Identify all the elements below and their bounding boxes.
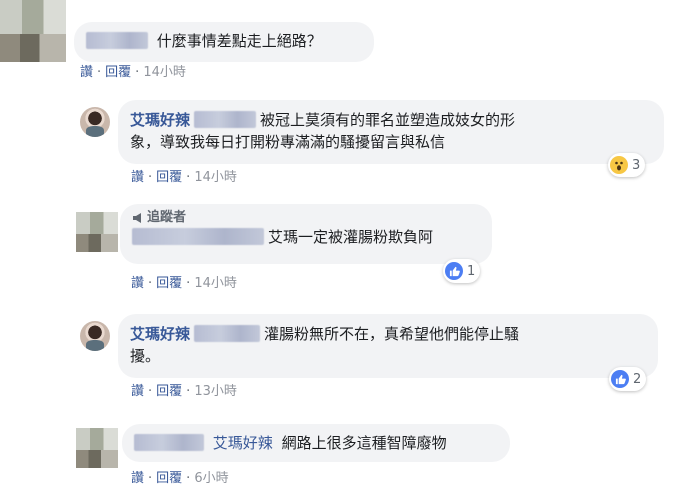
comment-bubble: 追蹤者 艾瑪一定被灌腸粉欺負阿 bbox=[120, 204, 492, 264]
like-icon bbox=[445, 262, 463, 280]
like-link[interactable]: 讚 bbox=[131, 276, 144, 291]
badge-label: 追蹤者 bbox=[147, 210, 187, 225]
like-link[interactable]: 讚 bbox=[131, 384, 144, 399]
reply-link[interactable]: 回覆 bbox=[156, 384, 182, 399]
timestamp[interactable]: 14小時 bbox=[143, 65, 186, 80]
timestamp[interactable]: 6小時 bbox=[194, 471, 228, 486]
comment-actions: 讚 · 回覆 · 14小時 bbox=[80, 65, 186, 80]
comment-text-line2: 擾。 bbox=[130, 347, 161, 365]
reaction-count: 3 bbox=[632, 157, 641, 173]
comment-bubble: 什麼事情差點走上絕路？ bbox=[74, 22, 374, 62]
comment-actions: 讚 · 回覆 · 6小時 bbox=[131, 471, 229, 486]
redacted-name[interactable] bbox=[134, 434, 204, 451]
timestamp[interactable]: 14小時 bbox=[194, 276, 237, 291]
comment-text: 網路上很多這種智障廢物 bbox=[281, 434, 447, 452]
commenter-avatar[interactable] bbox=[76, 428, 118, 468]
follower-badge: 追蹤者 bbox=[132, 210, 480, 226]
redacted-name[interactable] bbox=[86, 32, 148, 49]
reply-link[interactable]: 回覆 bbox=[105, 65, 131, 80]
reaction-count: 1 bbox=[467, 263, 476, 279]
like-link[interactable]: 讚 bbox=[131, 471, 144, 486]
comment-actions: 讚 · 回覆 · 14小時 bbox=[131, 170, 237, 185]
comment-actions: 讚 · 回覆 · 14小時 bbox=[131, 276, 237, 291]
comment-bubble: 艾瑪好辣 被冠上莫須有的罪名並塑造成妓女的形 象，導致我每日打開粉專滿滿的騷擾留言… bbox=[118, 100, 664, 164]
comment-text: 艾瑪一定被灌腸粉欺負阿 bbox=[268, 228, 434, 246]
page-avatar[interactable] bbox=[80, 321, 110, 351]
page-avatar[interactable] bbox=[80, 107, 110, 137]
reaction-count: 2 bbox=[633, 371, 642, 387]
mention-tag[interactable]: 艾瑪好辣 bbox=[213, 434, 273, 452]
author-name[interactable]: 艾瑪好辣 bbox=[130, 325, 190, 343]
comment-bubble: 艾瑪好辣 網路上很多這種智障廢物 bbox=[122, 424, 510, 462]
timestamp[interactable]: 14小時 bbox=[194, 170, 237, 185]
like-icon bbox=[611, 370, 629, 388]
reaction-summary[interactable]: 1 bbox=[443, 259, 481, 283]
redacted-mention[interactable] bbox=[194, 111, 257, 128]
like-link[interactable]: 讚 bbox=[80, 65, 93, 80]
comment-text-line1: 被冠上莫須有的罪名並塑造成妓女的形 bbox=[260, 111, 516, 129]
reply-link[interactable]: 回覆 bbox=[156, 471, 182, 486]
comment-actions: 讚 · 回覆 · 13小時 bbox=[131, 384, 237, 399]
comment-text-line1: 灌腸粉無所不在，真希望他們能停止騷 bbox=[264, 325, 520, 343]
reply-link[interactable]: 回覆 bbox=[156, 170, 182, 185]
comment-text: 什麼事情差點走上絕路？ bbox=[156, 32, 322, 50]
megaphone-icon bbox=[133, 213, 141, 223]
timestamp[interactable]: 13小時 bbox=[194, 384, 237, 399]
comment-bubble: 艾瑪好辣 灌腸粉無所不在，真希望他們能停止騷 擾。 bbox=[118, 314, 658, 378]
commenter-avatar[interactable] bbox=[0, 0, 66, 62]
reply-link[interactable]: 回覆 bbox=[156, 276, 182, 291]
author-name[interactable]: 艾瑪好辣 bbox=[130, 111, 190, 129]
redacted-name[interactable] bbox=[132, 228, 264, 245]
commenter-avatar[interactable] bbox=[76, 212, 118, 252]
reaction-summary[interactable]: 2 bbox=[609, 367, 647, 391]
like-link[interactable]: 讚 bbox=[131, 170, 144, 185]
comment-text-line2: 象，導致我每日打開粉專滿滿的騷擾留言與私信 bbox=[130, 133, 446, 151]
reaction-summary[interactable]: 3 bbox=[608, 153, 646, 177]
wow-icon bbox=[610, 156, 628, 174]
redacted-mention[interactable] bbox=[194, 325, 261, 342]
